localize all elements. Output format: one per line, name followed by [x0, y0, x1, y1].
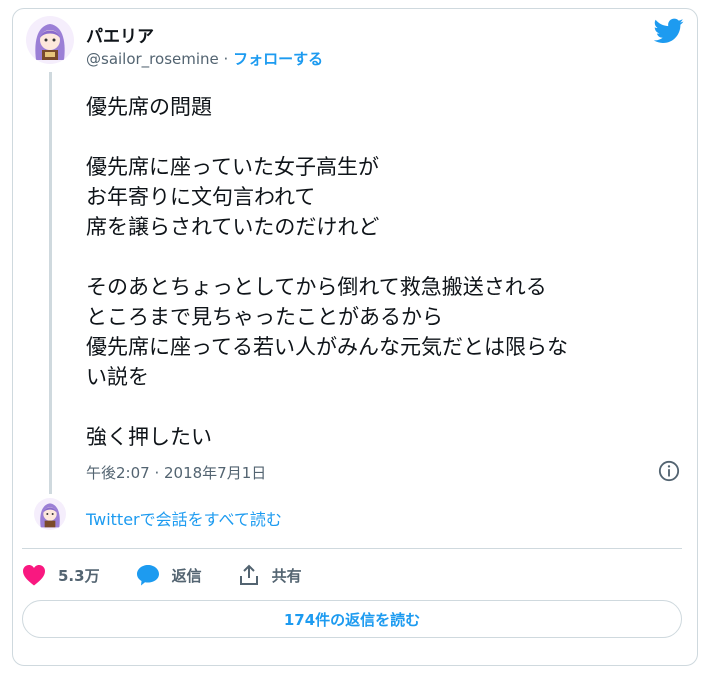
thread-line	[49, 72, 52, 494]
reply-bubble-icon	[136, 565, 159, 586]
heart-icon	[23, 565, 45, 586]
info-icon[interactable]	[658, 460, 680, 482]
tweet-line: 優先席に座ってる若い人がみんな元気だとは限らな	[86, 335, 568, 359]
share-label: 共有	[271, 566, 302, 585]
author-handle[interactable]: @sailor_rosemine	[86, 50, 219, 68]
follow-button[interactable]: フォローする	[233, 50, 323, 68]
twitter-bird-icon[interactable]	[654, 18, 684, 44]
author-handle-row: @sailor_rosemine · フォローする	[86, 48, 323, 69]
action-bar: 5.3万 返信 共有	[22, 560, 338, 590]
tweet-line: お年寄りに文句言われて	[86, 185, 316, 209]
read-replies-button[interactable]: 174件の返信を読む	[22, 600, 682, 638]
reply-label: 返信	[171, 566, 202, 585]
divider	[22, 548, 682, 549]
avatar[interactable]	[26, 16, 74, 64]
tweet-line: 席を譲らされていたのだけれど	[86, 215, 380, 239]
like-button[interactable]: 5.3万	[22, 564, 100, 586]
tweet-timestamp[interactable]: 午後2:07 · 2018年7月1日	[86, 462, 266, 483]
read-conversation-link[interactable]: Twitterで会話をすべて読む	[86, 506, 282, 530]
share-icon	[239, 564, 258, 585]
tweet-line: 強く押したい	[86, 425, 212, 449]
author-display-name[interactable]: パエリア	[86, 22, 154, 47]
tweet-text: 優先席の問題 優先席に座っていた女子高生が お年寄りに文句言われて 席を譲らされ…	[86, 92, 666, 452]
tweet-line: 優先席の問題	[86, 95, 212, 119]
like-count: 5.3万	[58, 566, 100, 585]
tweet-line: そのあとちょっとしてから倒れて救急搬送される	[86, 275, 547, 299]
conversation-avatar[interactable]	[34, 498, 66, 530]
tweet-line: 優先席に座っていた女子高生が	[86, 155, 379, 179]
reply-button[interactable]: 返信	[136, 564, 202, 586]
separator-dot: ·	[223, 50, 229, 68]
tweet-line: ところまで見ちゃったことがあるから	[86, 305, 443, 329]
share-button[interactable]: 共有	[238, 564, 302, 586]
tweet-line: い説を	[86, 365, 149, 389]
